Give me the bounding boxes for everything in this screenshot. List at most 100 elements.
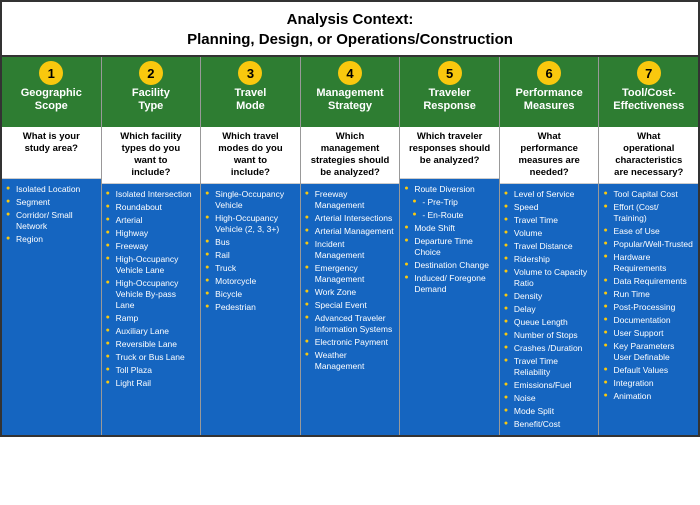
list-item: Light Rail <box>106 377 197 390</box>
col-header-7: 7Tool/Cost- Effectiveness <box>599 57 698 127</box>
number-badge-7: 7 <box>637 61 661 85</box>
list-item: User Support <box>603 327 694 340</box>
number-badge-6: 6 <box>537 61 561 85</box>
page-header: Analysis Context: Planning, Design, or O… <box>2 2 698 57</box>
list-item: Corridor/ Small Network <box>6 209 97 233</box>
list-item: Queue Length <box>504 316 595 329</box>
list-item: Pedestrian <box>205 301 296 314</box>
list-item: Route Diversion <box>404 183 495 196</box>
col-header-1: 1Geographic Scope <box>2 57 101 127</box>
list-item: Electronic Payment <box>305 336 396 349</box>
list-item: Documentation <box>603 314 694 327</box>
list-item: - En-Route <box>404 209 495 222</box>
number-badge-3: 3 <box>238 61 262 85</box>
column-6: 6Performance Measures What performance me… <box>500 57 600 435</box>
col-header-5: 5Traveler Response <box>400 57 499 127</box>
list-item: Induced/ Foregone Demand <box>404 272 495 296</box>
list-item: Toll Plaza <box>106 364 197 377</box>
number-badge-4: 4 <box>338 61 362 85</box>
column-2: 2Facility TypeWhich facility types do yo… <box>102 57 202 435</box>
col-title-1: Geographic Scope <box>21 87 82 113</box>
list-item: Run Time <box>603 288 694 301</box>
list-item: Data Requirements <box>603 275 694 288</box>
list-item: Bicycle <box>205 288 296 301</box>
list-item: Rail <box>205 249 296 262</box>
list-item: Delay <box>504 303 595 316</box>
list-item: Mode Split <box>504 405 595 418</box>
list-item: Emergency Management <box>305 262 396 286</box>
list-item: Ramp <box>106 312 197 325</box>
number-badge-2: 2 <box>139 61 163 85</box>
list-item: Crashes /Duration <box>504 342 595 355</box>
list-item: Arterial Intersections <box>305 212 396 225</box>
list-item: Truck or Bus Lane <box>106 351 197 364</box>
col-question-4: Which management strategies should be an… <box>301 127 400 184</box>
list-item: Noise <box>504 392 595 405</box>
col-title-7: Tool/Cost- Effectiveness <box>613 87 684 113</box>
list-item: Region <box>6 233 97 246</box>
list-item: Volume to Capacity Ratio <box>504 266 595 290</box>
list-item: Departure Time Choice <box>404 235 495 259</box>
list-item: - Pre-Trip <box>404 196 495 209</box>
list-item: Travel Distance <box>504 240 595 253</box>
list-item: Isolated Location <box>6 183 97 196</box>
list-item: Mode Shift <box>404 222 495 235</box>
col-header-2: 2Facility Type <box>102 57 201 127</box>
col-items-3: Single-Occupancy VehicleHigh-Occupancy V… <box>201 184 300 436</box>
list-item: Reversible Lane <box>106 338 197 351</box>
list-item: Arterial <box>106 214 197 227</box>
list-item: Effort (Cost/ Training) <box>603 201 694 225</box>
list-item: Isolated Intersection <box>106 188 197 201</box>
col-question-7: What operational characteristics are nec… <box>599 127 698 184</box>
list-item: Default Values <box>603 364 694 377</box>
col-title-3: Travel Mode <box>235 87 267 113</box>
list-item: Tool Capital Cost <box>603 188 694 201</box>
number-badge-1: 1 <box>39 61 63 85</box>
main-container: Analysis Context: Planning, Design, or O… <box>0 0 700 437</box>
page-title: Analysis Context: Planning, Design, or O… <box>6 10 694 49</box>
list-item: Bus <box>205 236 296 249</box>
list-item: Travel Time <box>504 214 595 227</box>
list-item: Benefit/Cost <box>504 418 595 431</box>
list-item: Volume <box>504 227 595 240</box>
col-items-2: Isolated IntersectionRoundaboutArterialH… <box>102 184 201 436</box>
list-item: High-Occupancy Vehicle Lane <box>106 253 197 277</box>
list-item: Level of Service <box>504 188 595 201</box>
col-items-1: Isolated LocationSegmentCorridor/ Small … <box>2 179 101 435</box>
list-item: Travel Time Reliability <box>504 355 595 379</box>
col-question-3: Which travel modes do you want to includ… <box>201 127 300 184</box>
col-items-5: Route Diversion- Pre-Trip- En-RouteMode … <box>400 179 499 435</box>
list-item: Ease of Use <box>603 225 694 238</box>
col-title-4: Management Strategy <box>316 87 383 113</box>
column-7: 7Tool/Cost- EffectivenessWhat operationa… <box>599 57 698 435</box>
col-question-6: What performance measures are needed? <box>500 127 599 184</box>
list-item: High-Occupancy Vehicle (2, 3, 3+) <box>205 212 296 236</box>
columns-wrapper: 1Geographic ScopeWhat is your study area… <box>2 57 698 435</box>
col-question-2: Which facility types do you want to incl… <box>102 127 201 184</box>
list-item: Number of Stops <box>504 329 595 342</box>
list-item: Truck <box>205 262 296 275</box>
list-item: Post-Processing <box>603 301 694 314</box>
column-4: 4Management Strategy Which management str… <box>301 57 401 435</box>
col-items-7: Tool Capital CostEffort (Cost/ Training)… <box>599 184 698 436</box>
list-item: Freeway Management <box>305 188 396 212</box>
list-item: Key Parameters User Definable <box>603 340 694 364</box>
list-item: Auxiliary Lane <box>106 325 197 338</box>
list-item: Weather Management <box>305 349 396 373</box>
col-question-5: Which traveler responses should be analy… <box>400 127 499 179</box>
list-item: Speed <box>504 201 595 214</box>
col-header-3: 3Travel Mode <box>201 57 300 127</box>
list-item: Highway <box>106 227 197 240</box>
list-item: Motorcycle <box>205 275 296 288</box>
col-items-4: Freeway ManagementArterial Intersections… <box>301 184 400 436</box>
column-1: 1Geographic ScopeWhat is your study area… <box>2 57 102 435</box>
list-item: Segment <box>6 196 97 209</box>
column-5: 5Traveler ResponseWhich traveler respons… <box>400 57 500 435</box>
col-question-1: What is your study area? <box>2 127 101 179</box>
list-item: Animation <box>603 390 694 403</box>
col-title-6: Performance Measures <box>516 87 583 113</box>
list-item: Single-Occupancy Vehicle <box>205 188 296 212</box>
list-item: Incident Management <box>305 238 396 262</box>
list-item: Advanced Traveler Information Systems <box>305 312 396 336</box>
list-item: Roundabout <box>106 201 197 214</box>
